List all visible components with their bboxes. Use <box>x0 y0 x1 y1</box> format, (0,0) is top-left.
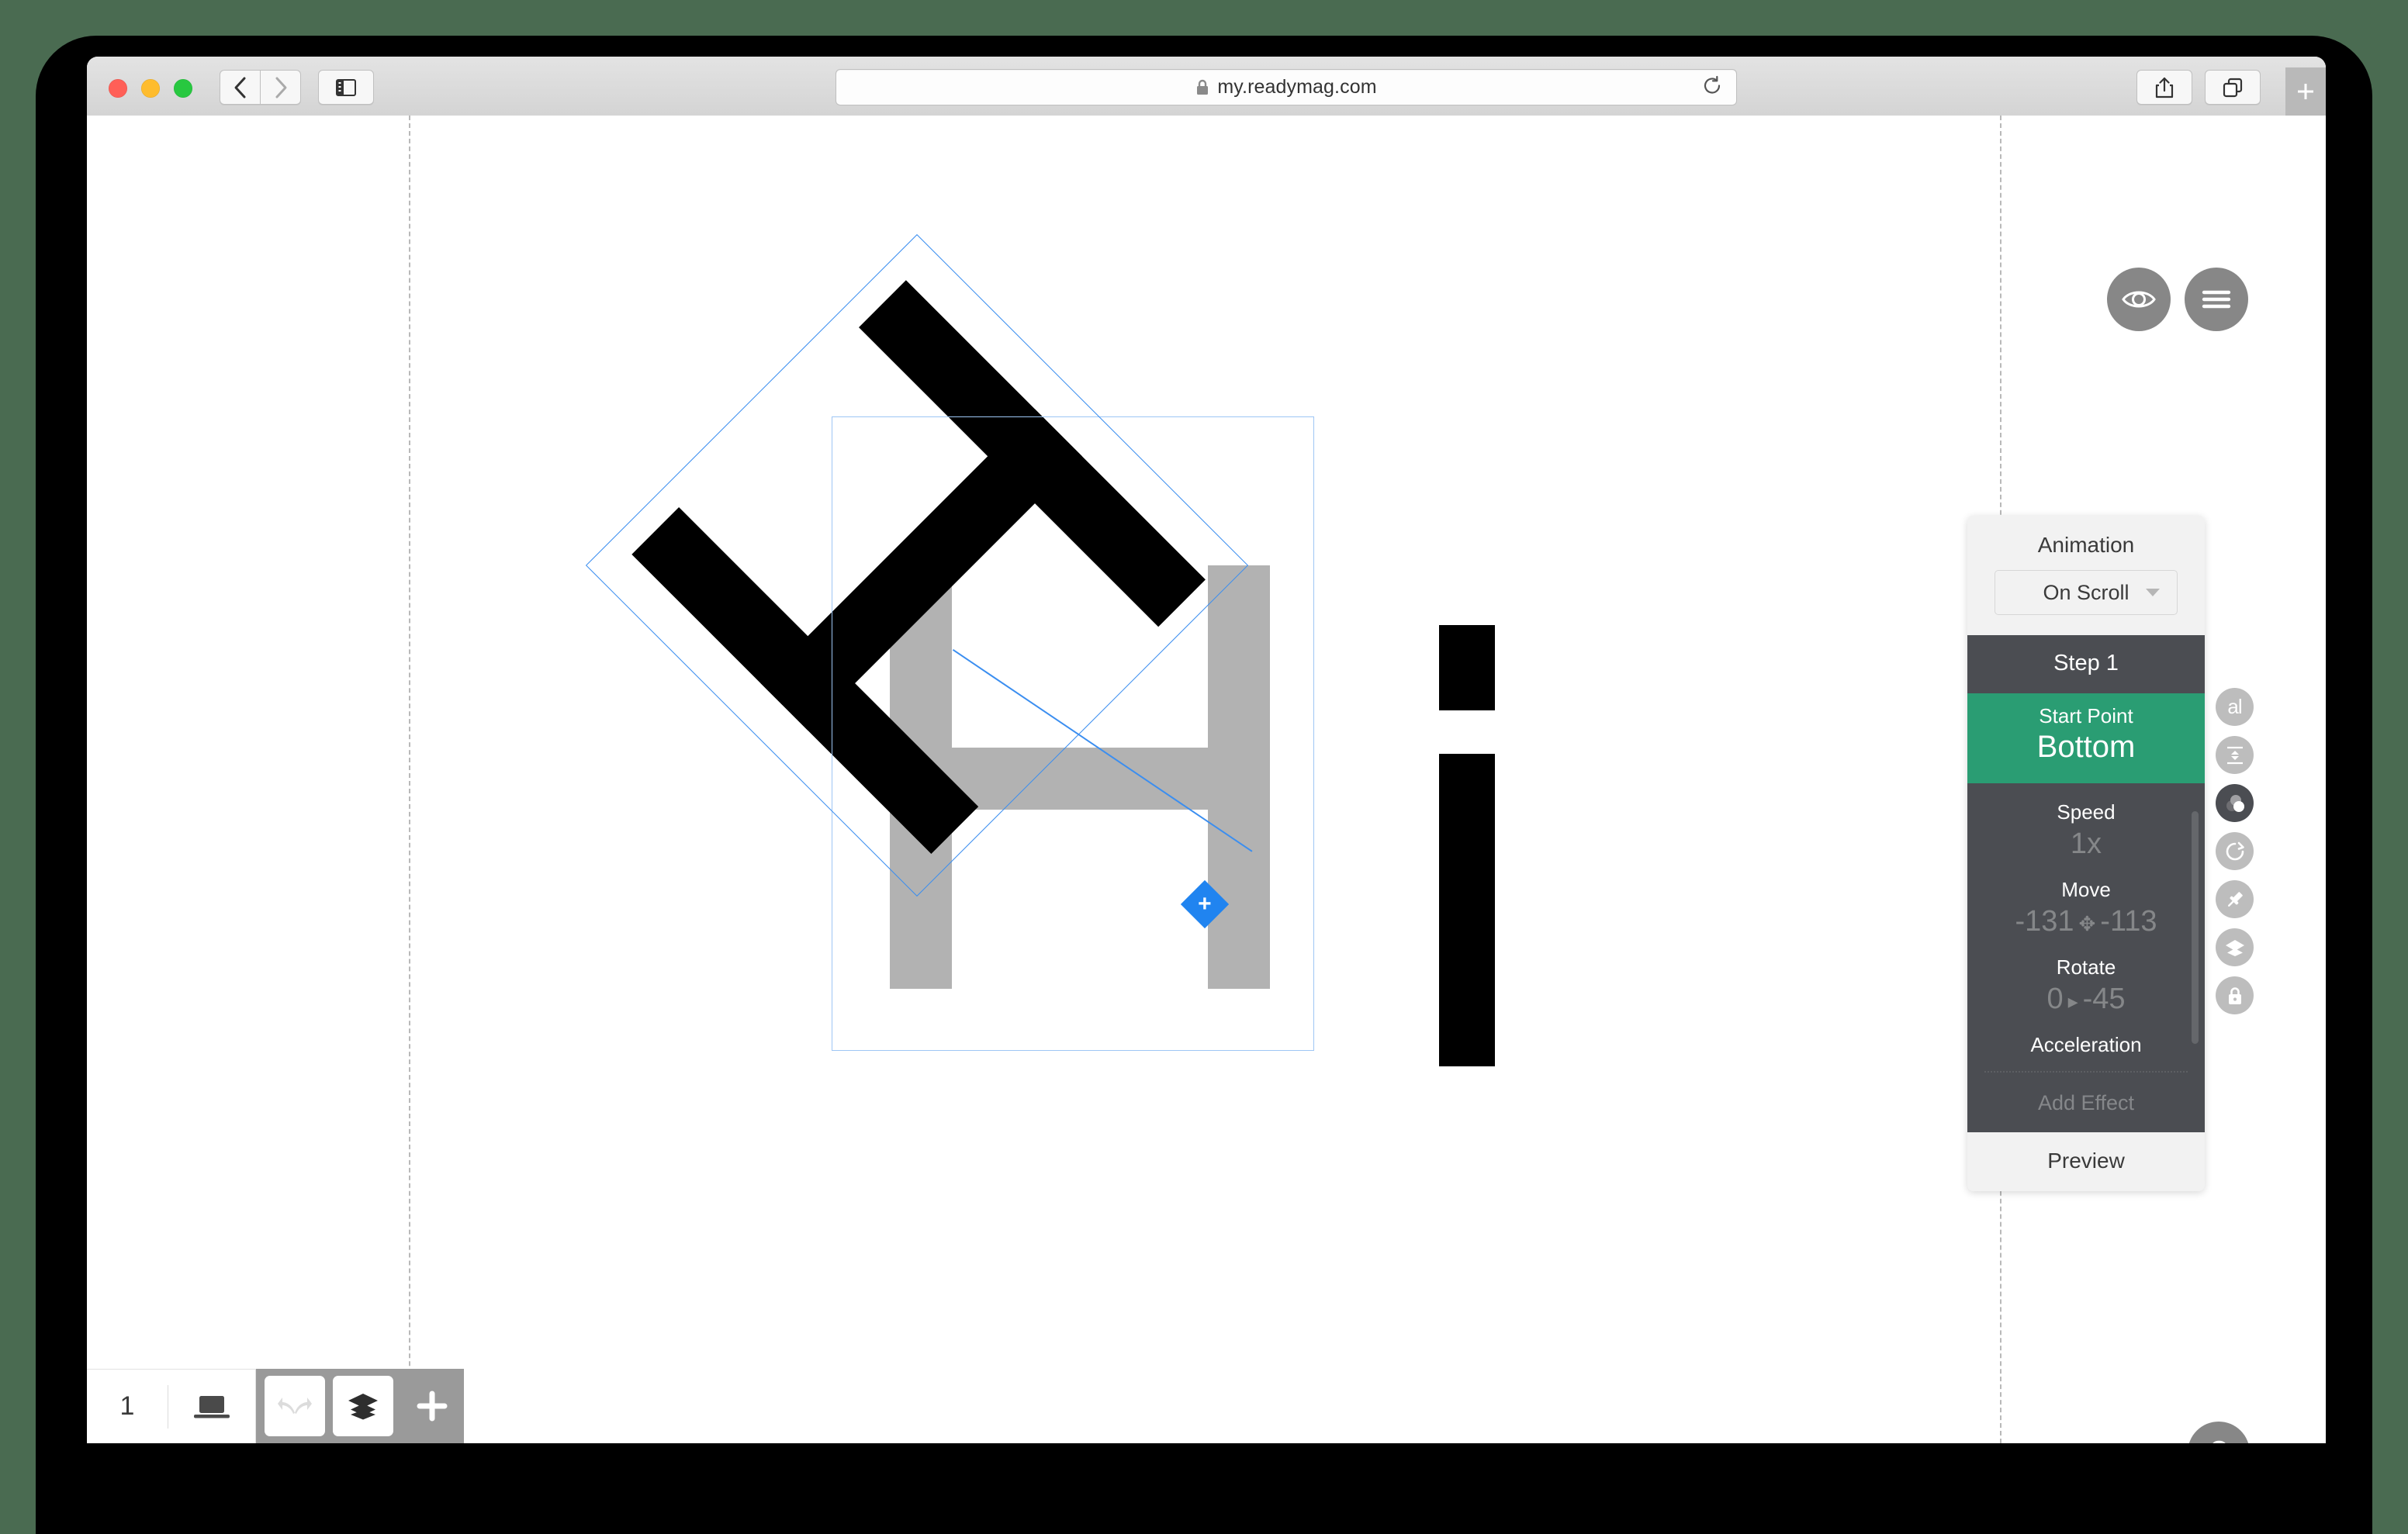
device-preview-button[interactable] <box>168 1391 255 1422</box>
rotate-label: Rotate <box>2056 955 2116 979</box>
move-label: Move <box>2061 878 2111 901</box>
back-button[interactable] <box>220 70 261 105</box>
rail-lock-tool[interactable] <box>2216 976 2254 1014</box>
toolbar-right-buttons <box>2136 70 2261 105</box>
laptop-icon <box>194 1395 230 1418</box>
bottom-toolbar: 1 <box>87 1369 464 1443</box>
share-button[interactable] <box>2136 70 2192 105</box>
rail-layers-tool[interactable] <box>2216 928 2254 966</box>
close-window-button[interactable] <box>109 79 127 98</box>
add-effect-label: Add Effect <box>2037 1091 2135 1114</box>
padlock-icon <box>2228 986 2241 1004</box>
move-arrows-icon: ✥ <box>2078 912 2096 935</box>
play-triangle-icon: ▸ <box>2067 990 2078 1013</box>
preview-eye-button[interactable] <box>2107 268 2171 331</box>
plus-icon <box>2298 84 2313 99</box>
guide-line-left <box>409 116 410 1443</box>
help-button[interactable]: ? <box>2188 1422 2250 1443</box>
vertical-align-icon <box>2226 746 2243 764</box>
layers-stack-icon <box>2225 939 2244 956</box>
rail-text-tool[interactable]: al <box>2216 688 2254 726</box>
animation-trigger-select[interactable]: On Scroll <box>1995 570 2178 615</box>
animation-panel-header: Animation On Scroll <box>1967 516 2205 635</box>
preview-label: Preview <box>2047 1149 2125 1173</box>
page-selector[interactable]: 1 <box>87 1369 256 1443</box>
panel-divider <box>1984 1071 2188 1073</box>
sidebar-toggle-button[interactable] <box>318 70 374 105</box>
lock-icon <box>1197 79 1209 95</box>
start-point-value: Bottom <box>2036 730 2136 764</box>
new-tab-button[interactable] <box>2285 67 2326 116</box>
address-bar[interactable]: my.readymag.com <box>836 69 1737 105</box>
preview-button[interactable]: Preview <box>1967 1132 2205 1191</box>
property-speed[interactable]: Speed 1x <box>1967 800 2205 861</box>
navigation-buttons <box>220 70 301 105</box>
tab-overview-button[interactable] <box>2205 70 2261 105</box>
minimize-window-button[interactable] <box>141 79 160 98</box>
add-page-button[interactable] <box>400 1369 464 1443</box>
bottom-toolbar-actions <box>256 1369 464 1443</box>
sidebar-toggle-icon <box>336 78 356 96</box>
reload-button[interactable] <box>1702 75 1722 99</box>
rotate-to-value[interactable]: -45 <box>2083 983 2126 1015</box>
rail-align-tool[interactable] <box>2216 736 2254 774</box>
animation-step-label: Step 1 <box>2053 651 2119 675</box>
share-icon <box>2155 77 2174 98</box>
chevron-left-icon <box>234 77 245 98</box>
pushpin-icon <box>2227 891 2243 907</box>
undo-redo-button[interactable] <box>265 1376 325 1436</box>
property-rotate[interactable]: Rotate 0 ▸ -45 <box>1967 955 2205 1016</box>
animation-properties: Speed 1x Move -131✥-113 Rotate 0▸-45 <box>1967 783 2205 1077</box>
start-point-row[interactable]: Start Point Bottom <box>1967 693 2205 783</box>
traffic-lights <box>109 79 192 98</box>
add-effect-button[interactable]: Add Effect <box>1967 1077 2205 1132</box>
property-move[interactable]: Move -131 ✥ -113 <box>1967 878 2205 938</box>
browser-toolbar: my.readymag.com <box>87 57 2326 116</box>
zoom-window-button[interactable] <box>174 79 192 98</box>
chevron-right-icon <box>275 77 286 98</box>
overlapping-circles-icon <box>2226 794 2244 812</box>
hamburger-menu-icon <box>2202 290 2231 309</box>
plus-icon <box>417 1391 448 1422</box>
address-bar-url: my.readymag.com <box>1217 76 1377 98</box>
rail-effects-tool[interactable] <box>2216 784 2254 822</box>
move-plus-handle-icon: + <box>1198 891 1212 917</box>
main-menu-button[interactable] <box>2185 268 2248 331</box>
start-point-label: Start Point <box>2039 704 2133 727</box>
move-y-value[interactable]: -113 <box>2100 905 2157 938</box>
eye-icon <box>2122 291 2156 308</box>
browser-window: my.readymag.com + Animation On Scroll St… <box>87 57 2326 1443</box>
speed-label: Speed <box>2057 800 2116 824</box>
design-canvas[interactable]: + ? Animation On Scroll <box>87 116 2326 1443</box>
panel-scrollbar[interactable] <box>2192 811 2199 1044</box>
rotate-from-value[interactable]: 0 <box>2046 983 2063 1015</box>
undo-redo-arrows-icon <box>278 1398 312 1414</box>
animation-panel: Animation On Scroll Step 1 Start Point B… <box>1967 516 2205 1191</box>
help-label: ? <box>2209 1436 2227 1444</box>
forward-button[interactable] <box>261 70 301 105</box>
rail-animation-tool[interactable] <box>2216 832 2254 870</box>
rotate-clockwise-icon <box>2226 841 2244 860</box>
animation-trigger-value: On Scroll <box>2043 580 2129 604</box>
chevron-down-icon <box>2146 589 2160 596</box>
layers-stack-icon <box>348 1394 378 1420</box>
speed-value: 1x <box>2070 827 2102 860</box>
tool-rail: al <box>2216 688 2254 1014</box>
layers-button[interactable] <box>333 1376 393 1436</box>
acceleration-label: Acceleration <box>2030 1033 2142 1056</box>
animation-step-header[interactable]: Step 1 <box>1967 635 2205 693</box>
rail-pin-tool[interactable] <box>2216 880 2254 918</box>
al-text-icon: al <box>2227 695 2242 718</box>
acceleration-row[interactable]: Acceleration <box>1967 1033 2205 1065</box>
animation-panel-title: Animation <box>2037 533 2135 557</box>
reload-icon <box>1704 75 1721 94</box>
page-number: 1 <box>119 1391 135 1421</box>
move-x-value[interactable]: -131 <box>2015 905 2074 938</box>
tab-overview-icon <box>2223 78 2243 97</box>
